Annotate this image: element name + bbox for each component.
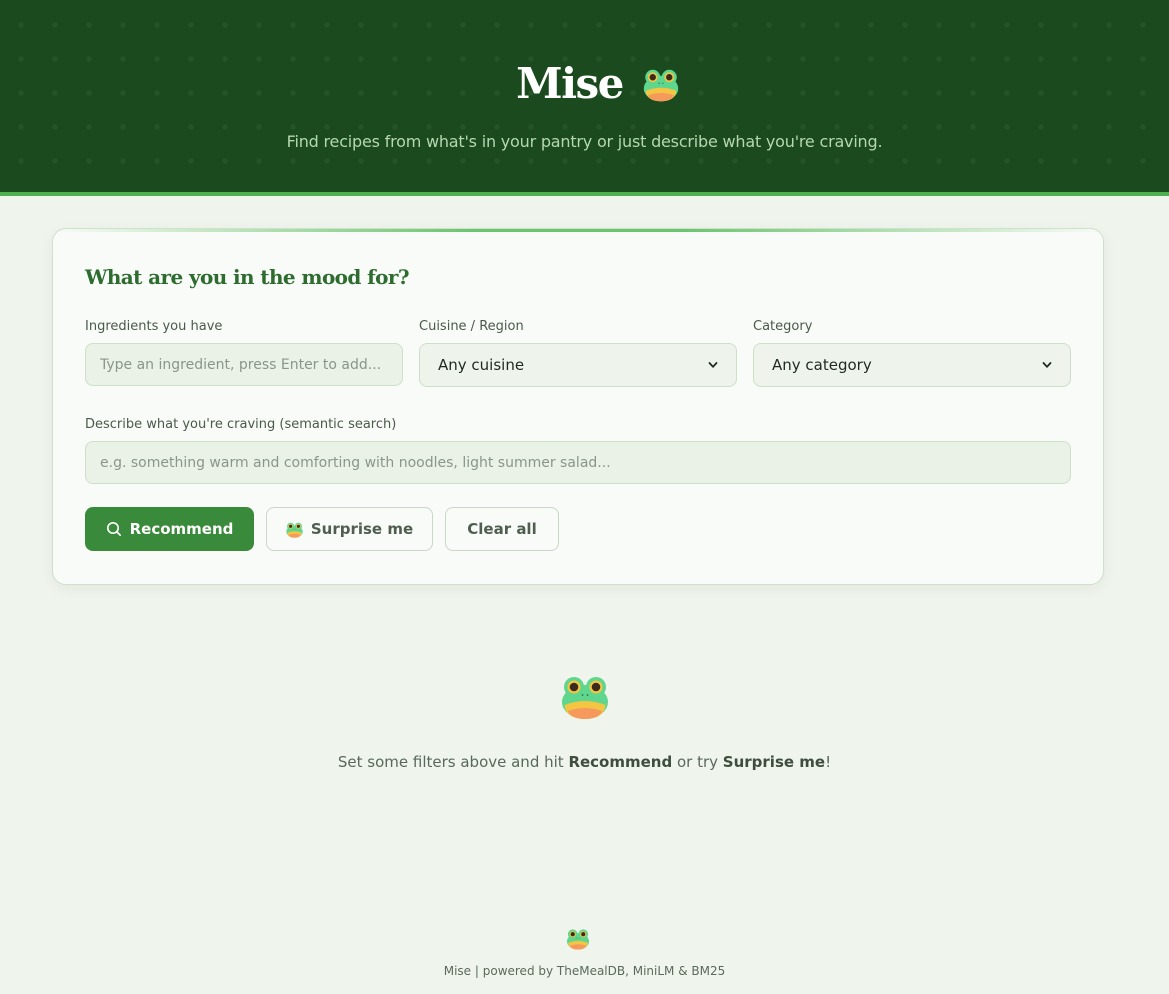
cuisine-label: Cuisine / Region: [419, 319, 524, 334]
clear-all-label: Clear all: [467, 520, 537, 538]
footer-text: Mise | powered by TheMealDB, MiniLM & BM…: [443, 964, 726, 978]
brand: Mise: [0, 58, 1169, 110]
category-select[interactable]: Any category: [753, 343, 1071, 387]
empty-state-message: Set some filters above and hit Recommend…: [0, 753, 1169, 771]
frog-icon: [286, 521, 303, 538]
ingredients-label: Ingredients you have: [85, 319, 223, 334]
empty-text-suffix: !: [825, 753, 832, 771]
recommend-button[interactable]: Recommend: [85, 507, 254, 551]
chevron-down-icon: [1042, 362, 1052, 368]
empty-text-middle: or try: [672, 753, 723, 771]
ingredients-input[interactable]: [85, 343, 403, 386]
surprise-button[interactable]: Surprise me: [266, 507, 433, 551]
craving-label: Describe what you're craving (semantic s…: [85, 417, 397, 432]
search-icon: [106, 521, 121, 537]
cuisine-select[interactable]: Any cuisine: [419, 343, 737, 387]
empty-state: [0, 672, 1169, 724]
clear-all-button[interactable]: Clear all: [445, 507, 559, 551]
chevron-down-icon: [708, 362, 718, 368]
empty-text-surprise: Surprise me: [722, 753, 826, 771]
page-header: Mise Find recipes from what's in your pa…: [0, 0, 1169, 196]
card-accent-line: [53, 229, 1103, 232]
recommend-label: Recommend: [129, 520, 234, 538]
tagline: Find recipes from what's in your pantry …: [286, 132, 883, 151]
surprise-label: Surprise me: [310, 520, 414, 538]
category-selected-value: Any category: [772, 356, 872, 374]
app-title: Mise: [516, 59, 624, 108]
category-label: Category: [753, 319, 813, 334]
frog-icon: [566, 927, 590, 950]
empty-text-prefix: Set some filters above and hit: [337, 753, 569, 771]
cuisine-selected-value: Any cuisine: [438, 356, 525, 374]
frog-icon: [560, 672, 610, 720]
craving-input[interactable]: [85, 441, 1071, 484]
card-title: What are you in the mood for?: [85, 265, 410, 289]
frog-icon: [643, 66, 679, 102]
empty-text-recommend: Recommend: [568, 753, 673, 771]
search-card: What are you in the mood for? Ingredient…: [52, 228, 1104, 585]
